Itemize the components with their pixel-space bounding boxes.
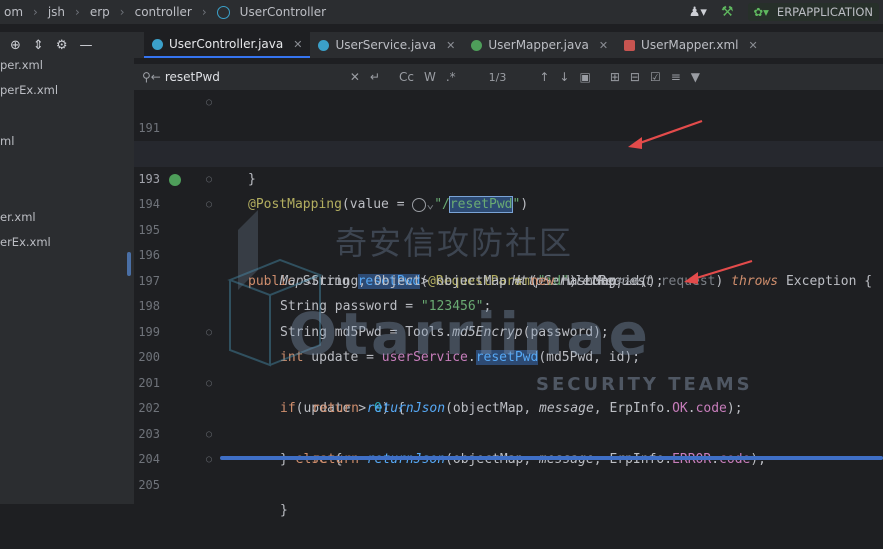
tree-item[interactable]: perEx.xml — [0, 83, 58, 97]
tree-item[interactable]: erEx.xml — [0, 235, 51, 249]
match-counter: 1/3 — [488, 70, 507, 84]
filter-icon[interactable]: ▼ — [691, 70, 700, 84]
code-editor[interactable]: 191 ○ } 192 193 @PostMapping(value = ⌄"/… — [134, 90, 883, 519]
xml-file-icon — [624, 39, 636, 51]
close-icon[interactable]: ✕ — [748, 39, 757, 52]
tab-label: UserController.java — [169, 37, 284, 51]
select-all-occurrences-icon[interactable]: ☑ — [650, 70, 661, 84]
breadcrumb-separator: › — [75, 5, 80, 19]
tab-label: UserMapper.java — [488, 38, 589, 52]
target-icon[interactable]: ⊕ — [10, 38, 21, 53]
java-class-icon — [152, 38, 163, 50]
code-line: 195 ○ HttpServletRequest request) throws… — [134, 192, 883, 289]
search-input[interactable]: resetPwd — [165, 70, 345, 84]
user-icon[interactable]: ♟▾ — [689, 5, 707, 20]
toolbar-right: ♟▾ ⚒ ✿▾ ERPAPPLICATION — [689, 0, 883, 24]
close-icon[interactable]: ✕ — [599, 39, 608, 52]
breadcrumb-separator: › — [201, 5, 207, 19]
tab-label: UserMapper.xml — [641, 38, 739, 52]
clear-icon[interactable]: ✕ — [350, 70, 360, 84]
spring-icon: ✿▾ — [753, 5, 769, 19]
breadcrumb-item[interactable]: om — [0, 5, 27, 19]
breadcrumb-separator: › — [33, 5, 38, 19]
java-interface-icon — [471, 39, 483, 51]
breadcrumb-item[interactable]: UserController — [236, 5, 330, 19]
breadcrumb-separator: › — [119, 5, 125, 19]
select-all-icon[interactable]: ▣ — [579, 70, 590, 84]
words-toggle[interactable]: W — [424, 70, 436, 84]
code-line: 194 ○ public String resetPwd(@RequestPar… — [134, 167, 883, 289]
next-match-icon[interactable]: ↓ — [559, 70, 569, 84]
remove-selection-icon[interactable]: ⊟ — [630, 70, 640, 84]
code-line-current: 193 @PostMapping(value = ⌄"/resetPwd") — [134, 141, 883, 213]
minimize-icon[interactable]: — — [79, 38, 92, 53]
add-selection-icon[interactable]: ⊞ — [610, 70, 620, 84]
fold-marker-icon[interactable]: ○ — [206, 447, 212, 473]
horizontal-scrollbar[interactable] — [220, 456, 883, 460]
options-icon[interactable]: ≡ — [671, 70, 681, 84]
annotation-arrow — [684, 259, 753, 284]
fold-marker-icon[interactable]: ○ — [206, 371, 212, 397]
line-number: 205 — [138, 477, 160, 492]
tab-usercontroller-java[interactable]: UserController.java ✕ — [144, 32, 311, 58]
code-line: 197 String password = "123456"; — [134, 243, 883, 315]
editor-tab-bar: ⊕ ⇕ ⚙ — UserController.java ✕ UserServic… — [0, 32, 883, 58]
annotation-arrow — [628, 119, 703, 149]
tab-label: UserService.java — [335, 38, 437, 52]
settings-icon[interactable]: ⚙ — [56, 38, 68, 53]
tree-item[interactable]: er.xml — [0, 210, 36, 224]
fold-marker-icon[interactable]: ○ — [206, 422, 212, 448]
code-line: 204 ○ } — [134, 422, 883, 519]
code-line: 198 String md5Pwd = Tools.md5Encryp(pass… — [134, 269, 883, 340]
tab-usermapper-xml[interactable]: UserMapper.xml ✕ — [616, 32, 766, 58]
line-code: } — [280, 503, 288, 518]
code-line: 202 ○ } else { — [134, 371, 883, 468]
close-icon[interactable]: ✕ — [293, 38, 302, 51]
breadcrumb-item[interactable]: erp — [86, 5, 114, 19]
code-line: 199 int update = userService.resetPwd(md… — [134, 294, 883, 365]
code-line: 196 Map<String, Object> objectMap = new … — [134, 218, 883, 289]
breadcrumb-item[interactable]: jsh — [44, 5, 69, 19]
collapse-icon[interactable]: ⇕ — [33, 38, 44, 53]
tree-item[interactable]: ml — [0, 134, 14, 148]
code-line: 192 — [134, 116, 883, 160]
regex-toggle[interactable]: .* — [446, 70, 456, 84]
history-icon[interactable]: ↵ — [370, 70, 380, 84]
find-bar: ⚲← resetPwd ✕ ↵ Cc W .* 1/3 ↑ ↓ ▣ ⊞ ⊟ ☑ … — [134, 64, 883, 90]
navigation-bar: om › jsh › erp › controller › UserContro… — [0, 0, 883, 24]
fold-marker-icon[interactable]: ○ — [206, 167, 212, 193]
run-config-label: ERPAPPLICATION — [776, 5, 873, 19]
code-line: 191 ○ } — [134, 90, 883, 187]
tab-userservice-java[interactable]: UserService.java ✕ — [310, 32, 463, 58]
code-line: 201 return returnJson(objectMap, message… — [134, 345, 883, 417]
scrollbar[interactable] — [127, 252, 131, 276]
tree-item[interactable]: per.xml — [0, 58, 43, 72]
previous-match-icon[interactable]: ↑ — [539, 70, 549, 84]
close-icon[interactable]: ✕ — [446, 39, 455, 52]
project-toolbar: ⊕ ⇕ ⚙ — — [0, 38, 144, 53]
java-class-icon — [318, 39, 330, 51]
tab-usermapper-java[interactable]: UserMapper.java ✕ — [463, 32, 616, 58]
fold-marker-icon[interactable]: ○ — [206, 320, 212, 346]
code-line: 203 return returnJson(objectMap, message… — [134, 396, 883, 468]
match-case-toggle[interactable]: Cc — [399, 70, 414, 84]
breadcrumb-item[interactable]: controller — [131, 5, 196, 19]
code-line: 200 ○ if(update > 0) { — [134, 320, 883, 417]
build-hammer-icon[interactable]: ⚒ — [721, 4, 734, 20]
class-icon — [216, 5, 230, 19]
search-icon[interactable]: ⚲← — [142, 70, 161, 84]
project-tree: per.xml perEx.xml ml er.xml erEx.xml — [0, 58, 134, 504]
run-configuration-selector[interactable]: ✿▾ ERPAPPLICATION — [747, 3, 879, 21]
fold-marker-icon[interactable]: ○ — [206, 192, 212, 218]
endpoint-gutter-icon[interactable] — [169, 173, 181, 186]
fold-marker-icon[interactable]: ○ — [206, 90, 212, 116]
